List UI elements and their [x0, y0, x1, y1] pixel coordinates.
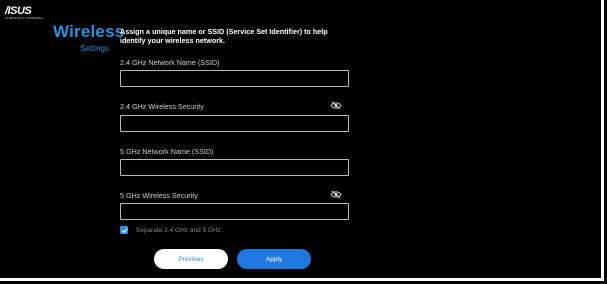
previous-button[interactable]: Previous: [154, 249, 228, 269]
ssid-5-label: 5 GHz Network Name (SSID): [120, 147, 214, 156]
ssid-24-input[interactable]: [120, 70, 349, 87]
security-5-input[interactable]: [120, 203, 349, 220]
setup-wizard-screen: /ISUS IN SEARCH OF INCREDIBLE Wireless S…: [0, 0, 604, 281]
asus-logo: /ISUS IN SEARCH OF INCREDIBLE: [5, 5, 44, 21]
security-24-label: 2.4 GHz Wireless Security: [120, 102, 204, 111]
security-24-input[interactable]: [120, 115, 349, 132]
security-5-label: 5 GHz Wireless Security: [120, 191, 198, 200]
logo-tagline: IN SEARCH OF INCREDIBLE: [5, 17, 44, 20]
ssid-24-label: 2.4 GHz Network Name (SSID): [120, 58, 220, 67]
separate-bands-label: Separate 2.4 GHz and 5 GHz: [136, 226, 221, 234]
section-subtitle: Settings: [80, 44, 109, 53]
eye-off-icon[interactable]: [330, 190, 342, 199]
section-title: Wireless: [53, 22, 125, 41]
separate-bands-option[interactable]: Separate 2.4 GHz and 5 GHz: [120, 226, 221, 234]
intro-text: Assign a unique name or SSID (Service Se…: [120, 27, 328, 45]
apply-button[interactable]: Apply: [237, 249, 311, 269]
checkmark-icon: [121, 227, 127, 233]
eye-off-icon[interactable]: [330, 101, 342, 110]
logo-mark: /ISUS: [5, 5, 32, 17]
ssid-5-input[interactable]: [120, 159, 349, 176]
separate-bands-checkbox[interactable]: [120, 226, 128, 234]
